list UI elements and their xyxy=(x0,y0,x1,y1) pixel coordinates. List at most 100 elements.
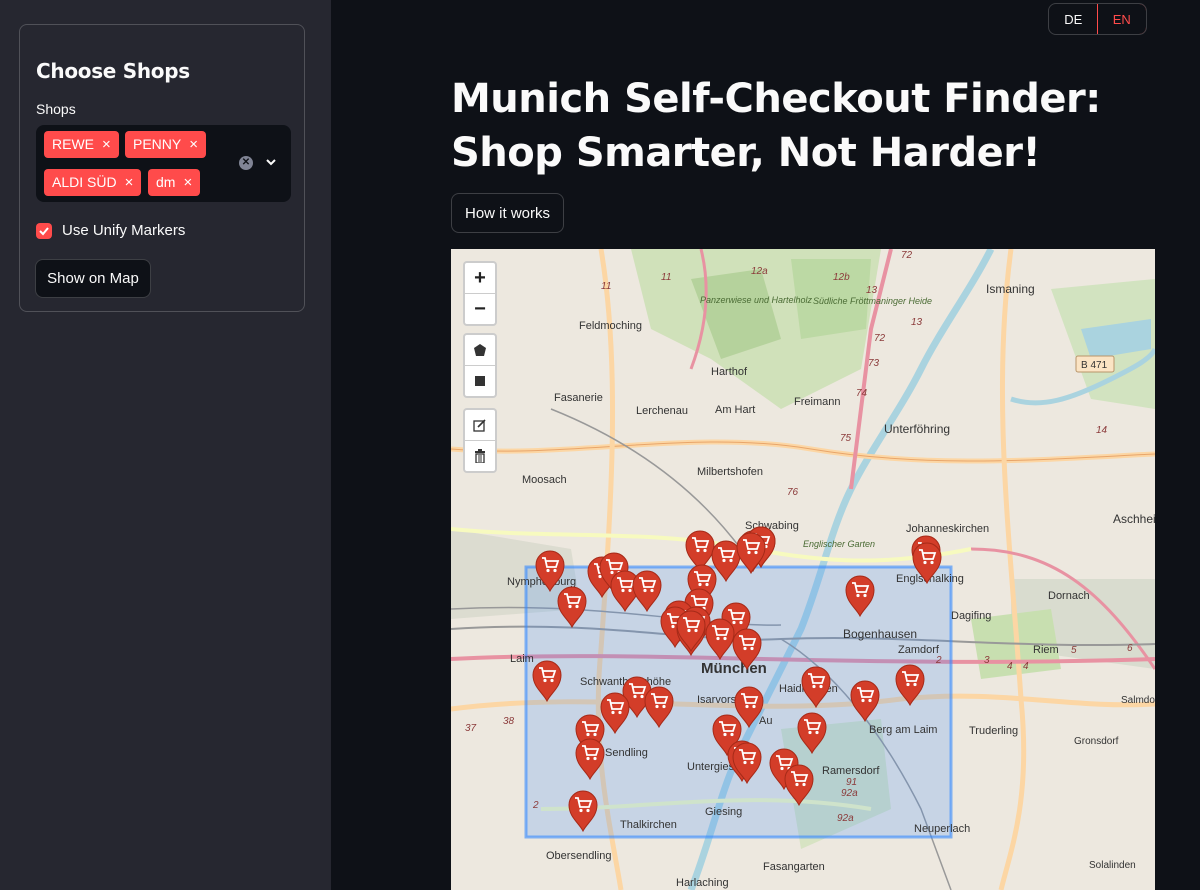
map-label: Am Hart xyxy=(715,404,755,416)
clear-all-icon[interactable]: ✕ xyxy=(239,156,253,170)
panel-title: Choose Shops xyxy=(36,59,190,83)
road-number: 38 xyxy=(503,716,515,727)
map-label: Harlaching xyxy=(676,877,729,889)
tag-rewe: REWE × xyxy=(44,131,119,158)
show-on-map-button[interactable]: Show on Map xyxy=(35,259,151,298)
road-number: 4 xyxy=(1023,661,1029,672)
remove-tag-icon[interactable]: × xyxy=(102,131,111,158)
map-label: Truderling xyxy=(969,725,1018,737)
map-label: Lerchenau xyxy=(636,405,688,417)
map-label: Salmdorf xyxy=(1121,695,1155,706)
draw-polygon-icon[interactable] xyxy=(465,335,495,366)
map-label: Neuperlach xyxy=(914,823,970,835)
road-number: 74 xyxy=(856,388,868,399)
map-label: Gronsdorf xyxy=(1074,736,1119,747)
tag-aldi-sud: ALDI SÜD × xyxy=(44,169,142,196)
map-label: Au xyxy=(759,715,772,727)
tag-label: ALDI SÜD xyxy=(52,174,117,190)
map-label: Laim xyxy=(510,653,534,665)
map-label: Fasangarten xyxy=(763,861,825,873)
tag-label: dm xyxy=(156,174,176,190)
road-number: 12a xyxy=(751,266,768,277)
tag-penny: PENNY × xyxy=(125,131,206,158)
map-label: Milbertshofen xyxy=(697,466,763,478)
map-label: Ismaning xyxy=(986,282,1035,296)
map-label: Freimann xyxy=(794,396,840,408)
tag-label: REWE xyxy=(52,136,94,152)
map-label: Unterföhring xyxy=(884,422,950,436)
road-number: 13 xyxy=(866,285,878,296)
road-number: 92a xyxy=(837,813,854,824)
road-number: 4 xyxy=(1007,661,1013,672)
road-number: 11 xyxy=(661,272,671,283)
map-label: Südliche Fröttmaninger Heide xyxy=(813,296,932,306)
road-number: 6 xyxy=(1127,643,1133,654)
road-number: 14 xyxy=(1096,425,1108,436)
remove-tag-icon[interactable]: × xyxy=(189,131,198,158)
map-label: Fasanerie xyxy=(554,392,603,404)
map[interactable]: Ismaning Feldmoching Panzerwiese und Har… xyxy=(451,249,1155,890)
road-number: 3 xyxy=(984,655,990,666)
map-label: Harthof xyxy=(711,366,748,378)
road-number: 75 xyxy=(840,433,852,444)
remove-tag-icon[interactable]: × xyxy=(183,169,192,196)
road-number: 13 xyxy=(911,317,923,328)
road-number: 91 xyxy=(846,777,857,788)
draw-rectangle-icon[interactable] xyxy=(465,366,495,396)
map-label: Feldmoching xyxy=(579,320,642,332)
zoom-control: + − xyxy=(463,261,497,326)
map-label: Dornach xyxy=(1048,590,1090,602)
map-label: Berg am Laim xyxy=(869,724,937,736)
map-label: Englischer Garten xyxy=(803,539,875,549)
sidebar: Choose Shops Shops REWE × PENNY × ALDI S… xyxy=(0,0,331,890)
road-number: 11 xyxy=(601,281,611,292)
remove-tag-icon[interactable]: × xyxy=(125,169,134,196)
unify-markers-checkbox[interactable]: Use Unify Markers xyxy=(36,222,185,239)
page-title: Munich Self-Checkout Finder: Shop Smarte… xyxy=(451,76,1101,176)
map-label: Bogenhausen xyxy=(843,627,917,641)
tag-dm: dm × xyxy=(148,169,201,196)
road-number: 2 xyxy=(532,800,539,811)
edit-layers-icon[interactable] xyxy=(465,410,495,441)
map-label: München xyxy=(701,660,767,677)
zoom-in-button[interactable]: + xyxy=(465,263,495,294)
road-shield-label: B 471 xyxy=(1081,360,1108,371)
map-label: Sendling xyxy=(605,747,648,759)
tag-label: PENNY xyxy=(133,136,182,152)
checkbox-checked-icon[interactable] xyxy=(36,222,52,239)
map-label: Riem xyxy=(1033,644,1059,656)
map-label: Ramersdorf xyxy=(822,765,880,777)
road-number: 5 xyxy=(1071,645,1077,656)
draw-toolbar xyxy=(463,333,497,398)
map-canvas[interactable]: Ismaning Feldmoching Panzerwiese und Har… xyxy=(451,249,1155,890)
unify-markers-label: Use Unify Markers xyxy=(62,222,186,239)
map-label: Panzerwiese und Hartelholz xyxy=(700,295,813,305)
shops-multiselect[interactable]: REWE × PENNY × ALDI SÜD × dm × ✕ xyxy=(36,125,291,202)
shops-label: Shops xyxy=(36,101,76,117)
zoom-out-button[interactable]: − xyxy=(465,294,495,324)
lang-de-button[interactable]: DE xyxy=(1049,4,1098,34)
map-label: Thalkirchen xyxy=(620,819,677,831)
map-label: Zamdorf xyxy=(898,644,940,656)
road-number: 37 xyxy=(465,723,477,734)
road-number: 72 xyxy=(874,333,886,344)
road-number: 73 xyxy=(868,358,880,369)
road-number: 2 xyxy=(935,655,942,666)
lang-en-button[interactable]: EN xyxy=(1096,4,1146,34)
map-label: Giesing xyxy=(705,806,742,818)
how-it-works-button[interactable]: How it works xyxy=(451,193,564,233)
edit-toolbar xyxy=(463,408,497,473)
road-number: 76 xyxy=(787,487,799,498)
map-label: Moosach xyxy=(522,474,567,486)
chevron-down-icon[interactable] xyxy=(264,155,278,169)
map-label: Dagifing xyxy=(951,610,991,622)
map-label: Solalinden xyxy=(1089,860,1136,871)
road-number: 72 xyxy=(901,250,913,261)
trash-icon[interactable] xyxy=(465,441,495,471)
map-label: Aschheim xyxy=(1113,512,1155,526)
language-toggle: DE EN xyxy=(1048,3,1147,35)
road-number: 12b xyxy=(833,272,850,283)
road-number: 92a xyxy=(841,788,858,799)
map-label: Johanneskirchen xyxy=(906,523,989,535)
shop-filter-panel: Choose Shops Shops REWE × PENNY × ALDI S… xyxy=(19,24,305,312)
